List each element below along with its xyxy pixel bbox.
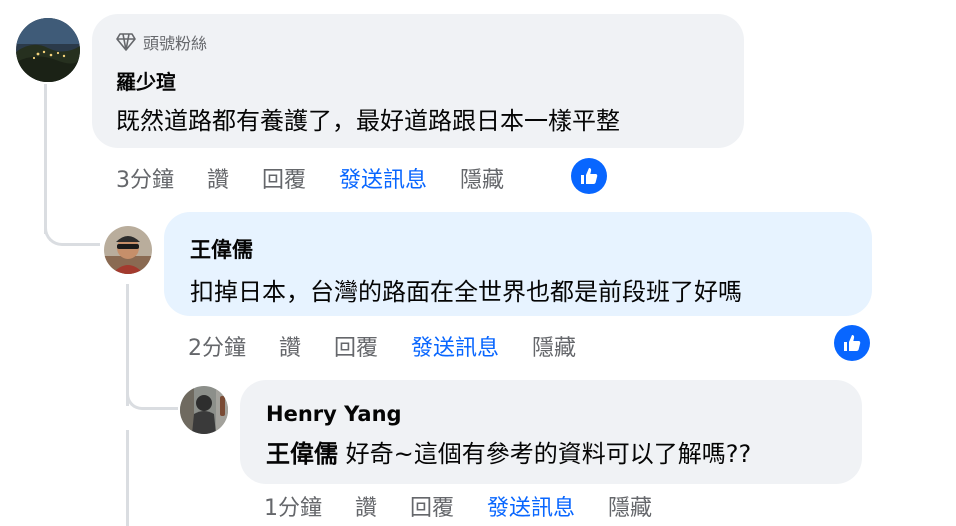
mention-link[interactable]: 王偉儒 bbox=[266, 440, 338, 468]
comment-timestamp[interactable]: 1分鐘 bbox=[264, 490, 322, 522]
reply-button[interactable]: 回覆 bbox=[410, 490, 454, 522]
like-button[interactable]: 讚 bbox=[355, 490, 377, 522]
like-button[interactable]: 讚 bbox=[279, 330, 301, 362]
comment-actions: 2分鐘 讚 回覆 發送訊息 隱藏 bbox=[188, 330, 609, 362]
hide-button[interactable]: 隱藏 bbox=[608, 490, 652, 522]
comment-bubble-highlighted: 王偉儒 扣掉日本，台灣的路面在全世界也都是前段班了好嗎 bbox=[164, 212, 872, 316]
comment-timestamp[interactable]: 3分鐘 bbox=[116, 162, 174, 194]
comment-text-body: 好奇~這個有參考的資料可以了解嗎?? bbox=[338, 440, 752, 468]
like-icon[interactable] bbox=[571, 158, 607, 194]
like-button[interactable]: 讚 bbox=[207, 162, 229, 194]
profile-photo bbox=[180, 386, 228, 434]
avatar[interactable] bbox=[16, 18, 80, 82]
comment-author[interactable]: Henry Yang bbox=[266, 402, 836, 426]
like-icon[interactable] bbox=[834, 325, 870, 361]
comment-actions: 3分鐘 讚 回覆 發送訊息 隱藏 bbox=[116, 162, 537, 194]
comment-text: 扣掉日本，台灣的路面在全世界也都是前段班了好嗎 bbox=[190, 278, 742, 306]
comment-actions: 1分鐘 讚 回覆 發送訊息 隱藏 bbox=[264, 490, 685, 522]
reply-button[interactable]: 回覆 bbox=[334, 330, 378, 362]
top-fan-badge[interactable]: 頭號粉絲 bbox=[116, 30, 720, 54]
thread-line-main-curve bbox=[44, 210, 100, 246]
comment-text: 既然道路都有養護了，最好道路跟日本一樣平整 bbox=[116, 107, 620, 135]
avatar[interactable] bbox=[104, 226, 152, 274]
night-city-photo bbox=[16, 18, 80, 82]
comment-author[interactable]: 羅少瑄 bbox=[116, 66, 720, 95]
badge-label: 頭號粉絲 bbox=[143, 34, 208, 53]
thread-line-nested-curve bbox=[126, 380, 178, 410]
send-message-button[interactable]: 發送訊息 bbox=[487, 490, 575, 522]
profile-photo bbox=[104, 226, 152, 274]
diamond-icon bbox=[116, 33, 136, 51]
avatar[interactable] bbox=[180, 386, 228, 434]
comment-timestamp[interactable]: 2分鐘 bbox=[188, 330, 246, 362]
send-message-button[interactable]: 發送訊息 bbox=[339, 162, 427, 194]
hide-button[interactable]: 隱藏 bbox=[532, 330, 576, 362]
comment-text: 王偉儒 好奇~這個有參考的資料可以了解嗎?? bbox=[266, 434, 836, 469]
comment-bubble: 頭號粉絲 羅少瑄 既然道路都有養護了，最好道路跟日本一樣平整 bbox=[92, 14, 744, 148]
comment-author[interactable]: 王偉儒 bbox=[190, 234, 846, 264]
thread-line-continuation bbox=[126, 430, 129, 526]
comment-bubble: Henry Yang 王偉儒 好奇~這個有參考的資料可以了解嗎?? bbox=[240, 380, 862, 484]
reply-button[interactable]: 回覆 bbox=[262, 162, 306, 194]
send-message-button[interactable]: 發送訊息 bbox=[411, 330, 499, 362]
hide-button[interactable]: 隱藏 bbox=[460, 162, 504, 194]
